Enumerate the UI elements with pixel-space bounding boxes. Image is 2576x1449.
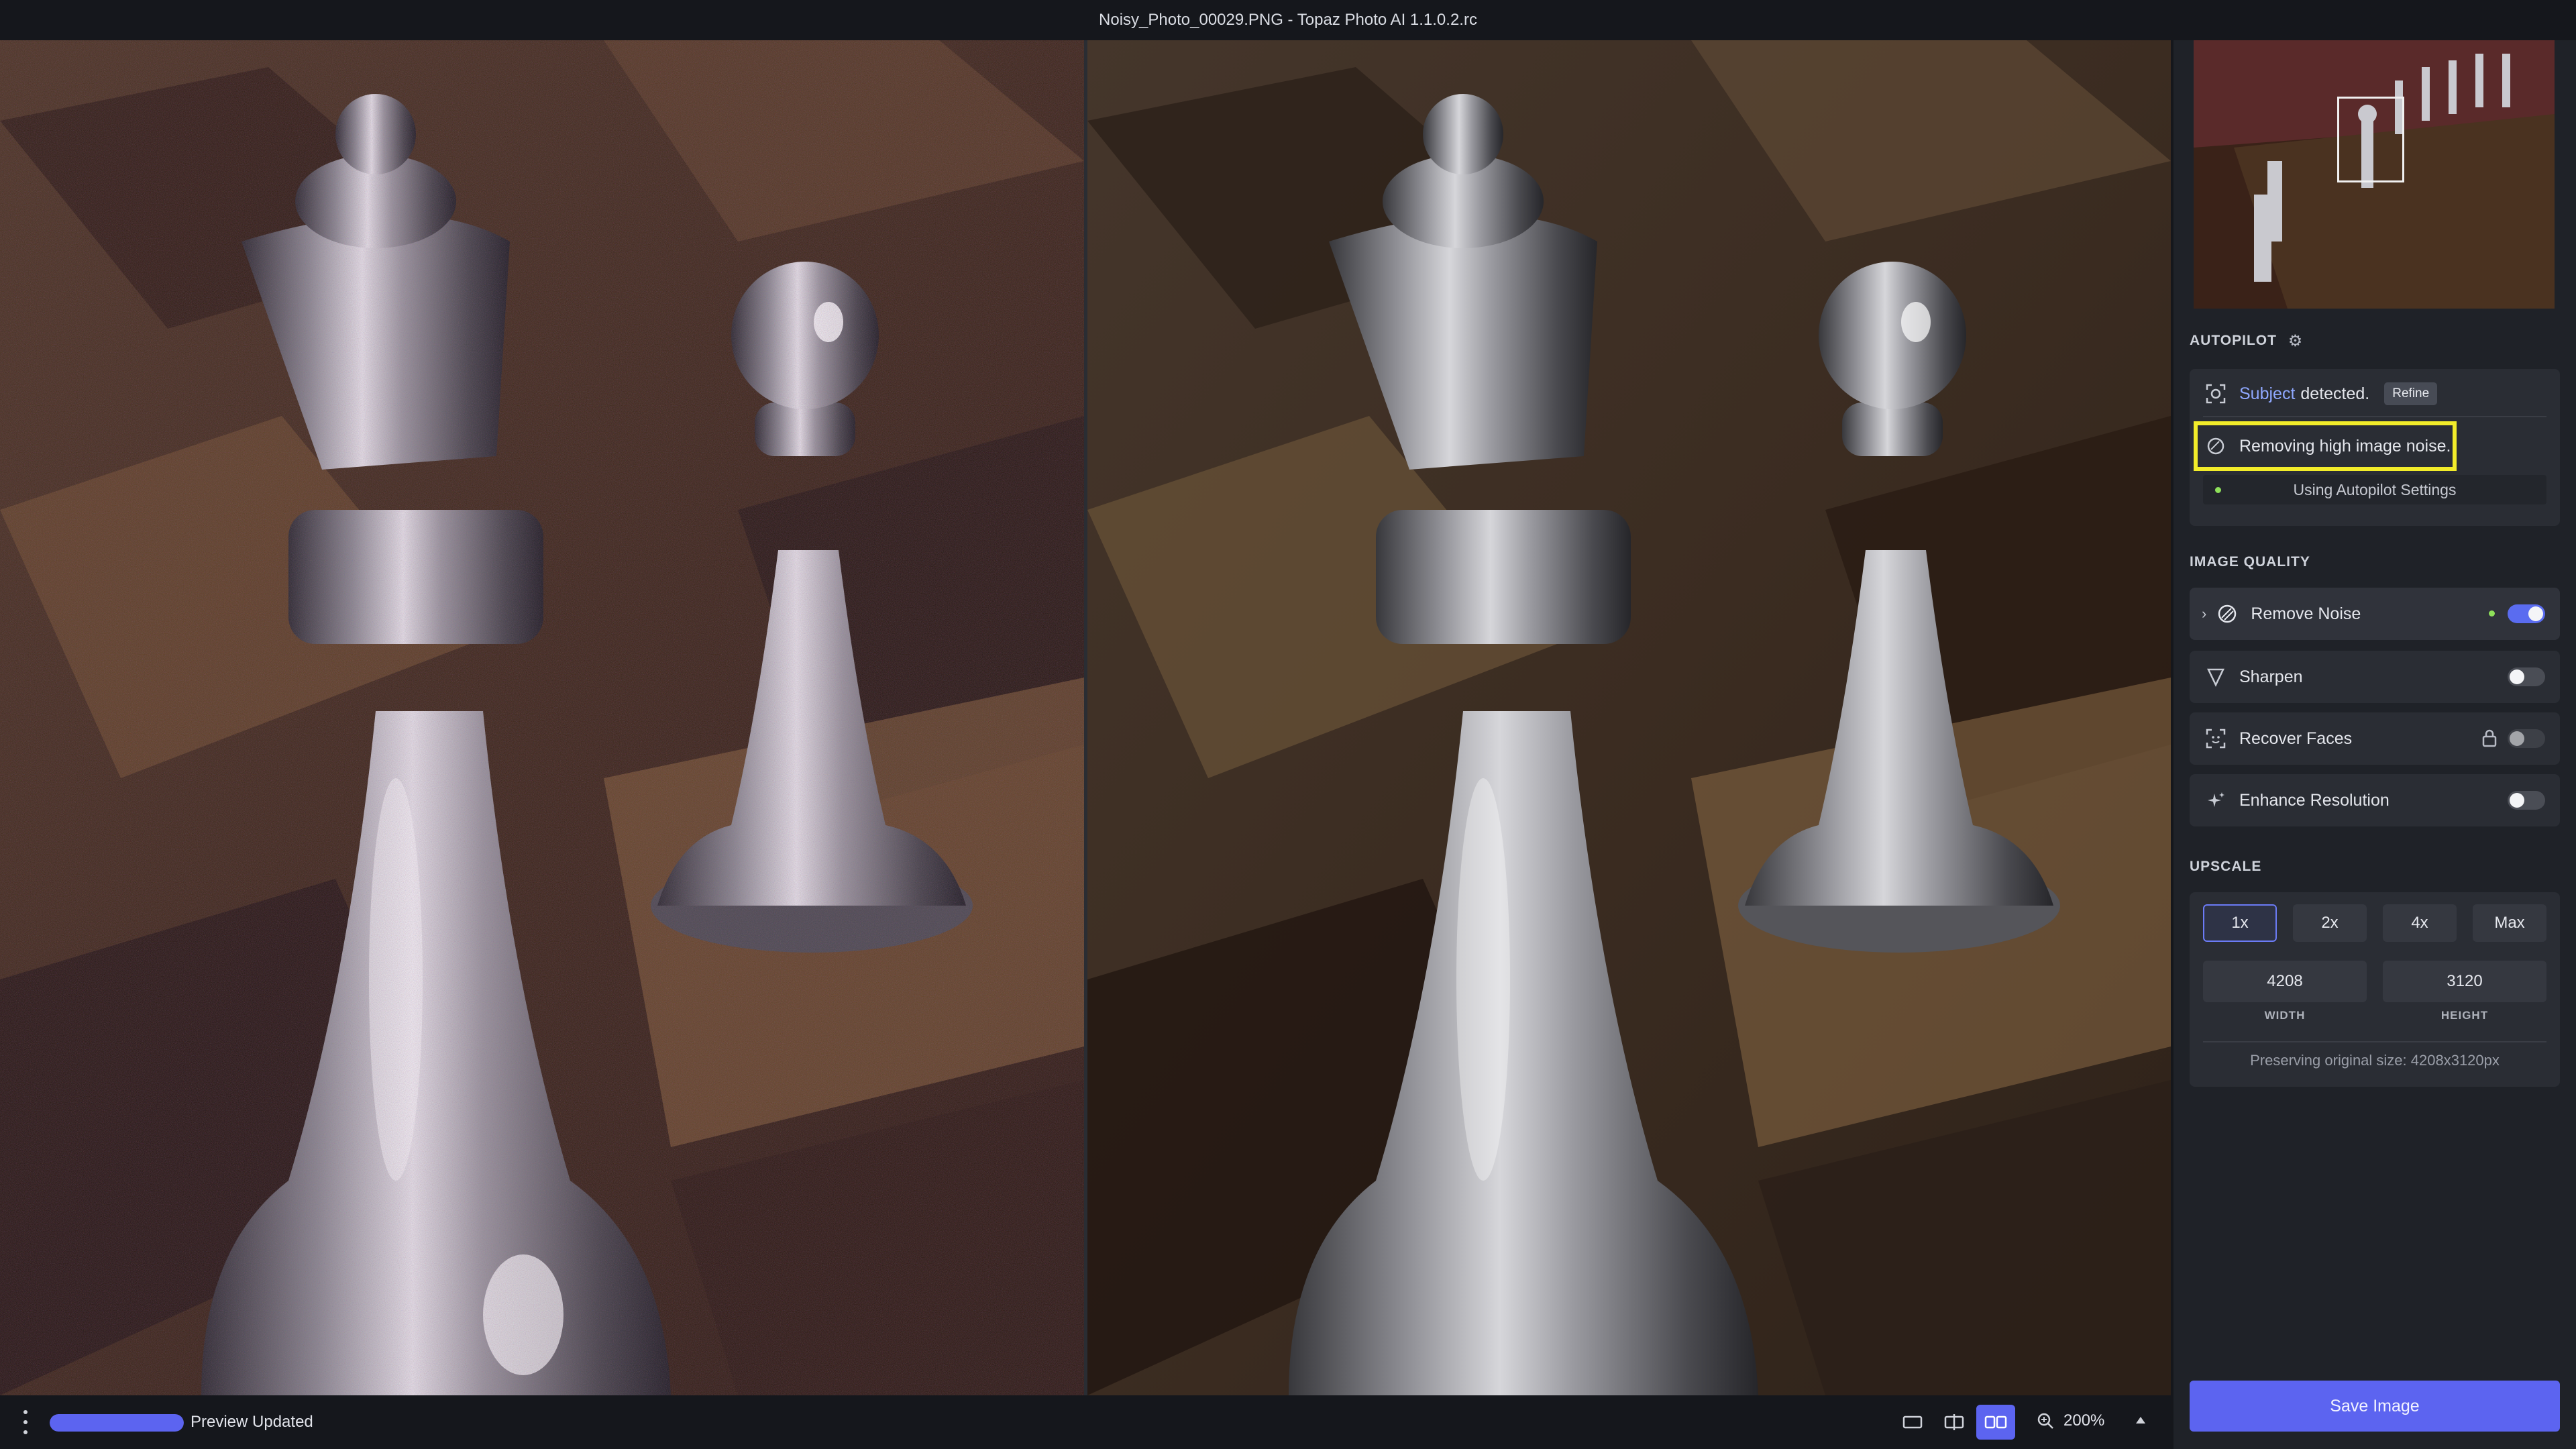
single-view-icon	[1902, 1415, 1923, 1429]
split-view-icon	[1944, 1414, 1964, 1430]
chevron-right-icon[interactable]: ›	[2202, 605, 2206, 623]
sharpen-label: Sharpen	[2239, 667, 2303, 686]
window-title: Noisy_Photo_00029.PNG - Topaz Photo AI 1…	[1099, 11, 1477, 29]
noise-circle-icon	[2204, 435, 2227, 458]
autopilot-card: Subject detected. Refine Removing high i…	[2190, 369, 2560, 526]
upscale-2x-button[interactable]: 2x	[2293, 904, 2367, 942]
recover-faces-row[interactable]: Recover Faces	[2190, 712, 2560, 765]
upscale-card: 1x 2x 4x Max 4208 3120 WIDTH HEIGHT Pres…	[2190, 892, 2560, 1087]
recover-faces-toggle[interactable]	[2508, 729, 2545, 748]
enhance-resolution-toggle[interactable]	[2508, 791, 2545, 810]
progress-fill	[50, 1414, 184, 1432]
preview-status: Preview Updated	[191, 1413, 313, 1431]
navigator-viewport[interactable]	[2337, 97, 2404, 182]
sharpen-toggle[interactable]	[2508, 667, 2545, 686]
zoom-icon	[2037, 1413, 2053, 1429]
processed-image	[1087, 40, 2171, 1395]
gear-icon[interactable]: ⚙	[2288, 331, 2304, 351]
preserve-size-note: Preserving original size: 4208x3120px	[2250, 1052, 2500, 1069]
image-quality-header: IMAGE QUALITY	[2190, 554, 2310, 570]
upscale-header: UPSCALE	[2190, 859, 2261, 875]
subject-detect-icon	[2204, 382, 2227, 405]
recover-faces-label: Recover Faces	[2239, 729, 2353, 748]
image-quality-title: IMAGE QUALITY	[2190, 554, 2310, 570]
processed-preview[interactable]	[1087, 40, 2171, 1395]
upscale-4x-button[interactable]: 4x	[2383, 904, 2457, 942]
save-image-button[interactable]: Save Image	[2190, 1381, 2560, 1432]
original-image	[0, 40, 1084, 1395]
autopilot-settings-button[interactable]: Using Autopilot Settings	[2203, 475, 2546, 504]
side-by-side-view-button[interactable]	[1976, 1405, 2015, 1440]
zoom-control[interactable]: 200%	[2037, 1411, 2104, 1430]
original-preview[interactable]	[0, 40, 1084, 1395]
lock-icon	[2482, 729, 2497, 751]
active-dot	[2489, 610, 2495, 616]
enhance-resolution-icon	[2204, 789, 2227, 812]
remove-noise-toggle[interactable]	[2508, 604, 2545, 623]
single-view-button[interactable]	[1893, 1405, 1932, 1440]
side-panel: AUTOPILOT ⚙ Subject detected. Refine Rem…	[2174, 40, 2576, 1449]
noise-message-row: Removing high image noise.	[2190, 429, 2560, 463]
remove-noise-row[interactable]: › Remove Noise	[2190, 588, 2560, 640]
autopilot-settings-label: Using Autopilot Settings	[2293, 480, 2457, 498]
enhance-resolution-label: Enhance Resolution	[2239, 790, 2390, 810]
zoom-menu-caret-icon[interactable]	[2133, 1413, 2148, 1431]
refine-button[interactable]: Refine	[2384, 382, 2438, 405]
image-canvas[interactable]	[0, 40, 2171, 1395]
title-bar: Noisy_Photo_00029.PNG - Topaz Photo AI 1…	[0, 0, 2576, 40]
height-label: HEIGHT	[2440, 1009, 2489, 1022]
more-options-icon[interactable]	[19, 1410, 32, 1434]
upscale-divider	[2203, 1041, 2546, 1042]
bottom-bar: Preview Updated 200%	[0, 1395, 2171, 1449]
remove-noise-icon	[2216, 602, 2239, 625]
noise-message: Removing high image noise.	[2239, 436, 2451, 455]
active-dot	[2215, 487, 2221, 493]
sharpen-icon	[2204, 665, 2227, 688]
remove-noise-label: Remove Noise	[2251, 604, 2361, 623]
subject-status: detected.	[2300, 384, 2370, 403]
autopilot-header: AUTOPILOT ⚙	[2190, 331, 2303, 351]
upscale-1x-button[interactable]: 1x	[2203, 904, 2277, 942]
subject-row: Subject detected. Refine	[2190, 377, 2560, 411]
upscale-max-button[interactable]: Max	[2473, 904, 2546, 942]
autopilot-divider	[2203, 416, 2546, 417]
enhance-resolution-row[interactable]: Enhance Resolution	[2190, 774, 2560, 826]
zoom-level: 200%	[2063, 1411, 2105, 1430]
upscale-title: UPSCALE	[2190, 859, 2262, 874]
width-field[interactable]: 4208	[2203, 961, 2367, 1002]
autopilot-title: AUTOPILOT	[2190, 333, 2277, 348]
height-field[interactable]: 3120	[2383, 961, 2546, 1002]
subject-link[interactable]: Subject	[2239, 384, 2295, 404]
width-label: WIDTH	[2264, 1009, 2306, 1022]
sharpen-row[interactable]: Sharpen	[2190, 651, 2560, 703]
split-view-button[interactable]	[1935, 1405, 1974, 1440]
recover-faces-icon	[2204, 727, 2227, 750]
navigator-thumbnail[interactable]	[2194, 40, 2555, 309]
side-by-side-icon	[1984, 1415, 2007, 1429]
preview-progress-bar	[50, 1414, 184, 1432]
